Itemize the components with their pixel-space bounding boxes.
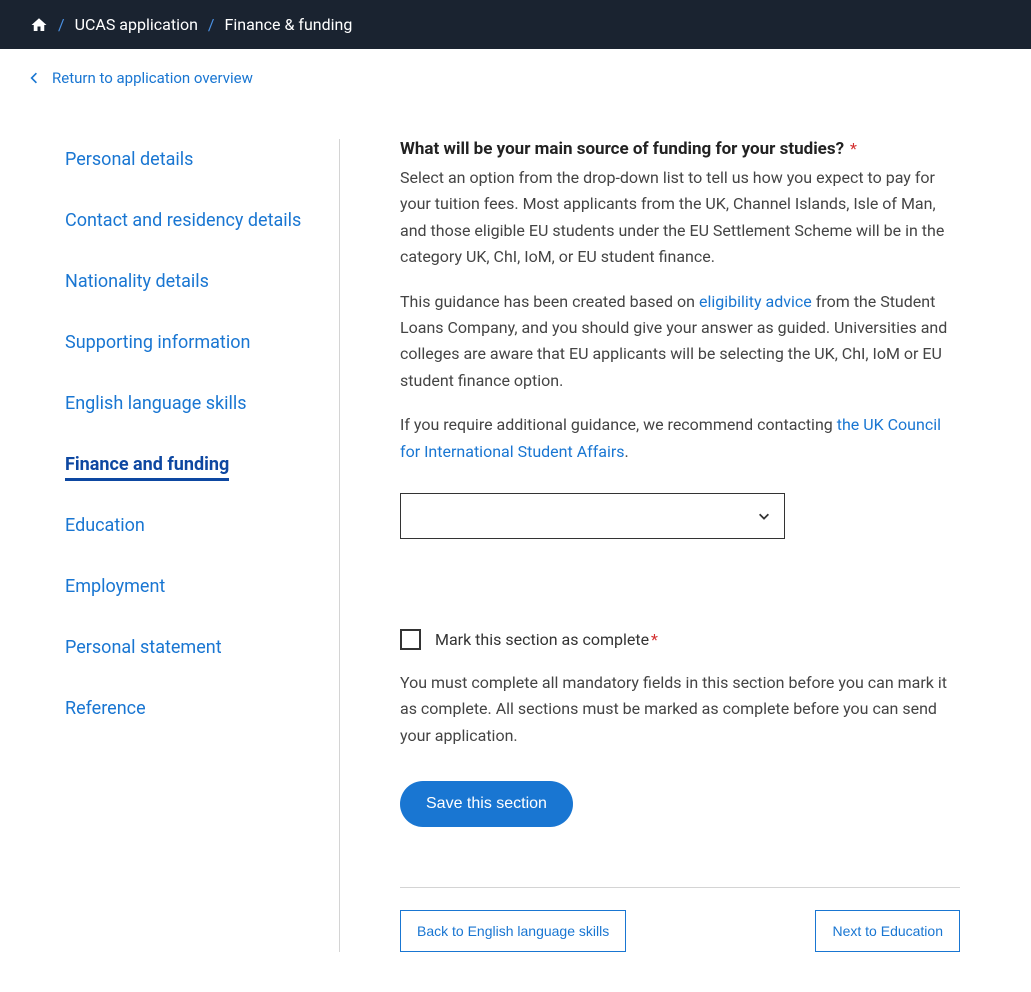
question-block: What will be your main source of funding… — [400, 139, 960, 539]
sidebar-item-contact-residency[interactable]: Contact and residency details — [30, 200, 319, 241]
sidebar-item-label: Personal statement — [65, 637, 222, 658]
sidebar-item-label: Contact and residency details — [65, 210, 301, 231]
complete-section: Mark this section as complete* You must … — [400, 629, 960, 827]
sidebar-item-label: Supporting information — [65, 332, 250, 353]
question-help-2: This guidance has been created based on … — [400, 289, 960, 395]
sidebar-item-label: Personal details — [65, 149, 193, 170]
funding-source-select[interactable] — [400, 493, 785, 539]
funding-select-wrap — [400, 493, 785, 539]
help-text-segment: If you require additional guidance, we r… — [400, 415, 837, 434]
sidebar-item-label: Education — [65, 515, 145, 536]
breadcrumb-separator: / — [208, 15, 215, 34]
sidebar-item-reference[interactable]: Reference — [30, 688, 319, 729]
eligibility-advice-link[interactable]: eligibility advice — [699, 292, 812, 311]
breadcrumb-item-current: Finance & funding — [225, 15, 353, 34]
complete-help-text: You must complete all mandatory fields i… — [400, 670, 960, 749]
sidebar-item-label: English language skills — [65, 393, 247, 414]
breadcrumb-item-app[interactable]: UCAS application — [75, 15, 198, 34]
sidebar-item-personal-statement[interactable]: Personal statement — [30, 627, 319, 668]
back-section-button[interactable]: Back to English language skills — [400, 910, 626, 952]
required-marker: * — [850, 139, 857, 158]
mark-complete-checkbox[interactable] — [400, 629, 421, 650]
mark-complete-label: Mark this section as complete* — [435, 630, 658, 649]
form-content: What will be your main source of funding… — [340, 139, 980, 952]
home-icon[interactable] — [30, 16, 48, 34]
sidebar-item-label: Reference — [65, 698, 146, 719]
sidebar-item-label: Employment — [65, 576, 165, 597]
sidebar-item-label: Finance and funding — [65, 454, 229, 481]
save-section-button[interactable]: Save this section — [400, 781, 573, 827]
sidebar-item-education[interactable]: Education — [30, 505, 319, 546]
sidebar-item-finance-funding[interactable]: Finance and funding — [30, 444, 319, 485]
sidebar-item-nationality[interactable]: Nationality details — [30, 261, 319, 302]
breadcrumb-bar: / UCAS application / Finance & funding — [0, 0, 1031, 49]
sidebar-item-supporting-info[interactable]: Supporting information — [30, 322, 319, 363]
main-layout: Personal details Contact and residency d… — [0, 89, 1031, 992]
help-text-segment: . — [625, 442, 629, 461]
sidebar-item-employment[interactable]: Employment — [30, 566, 319, 607]
section-nav-footer: Back to English language skills Next to … — [400, 887, 960, 952]
help-text-segment: This guidance has been created based on — [400, 292, 699, 311]
required-marker: * — [651, 630, 658, 649]
question-label: What will be your main source of funding… — [400, 139, 844, 159]
sidebar-item-english-skills[interactable]: English language skills — [30, 383, 319, 424]
complete-checkbox-row: Mark this section as complete* — [400, 629, 960, 650]
sidebar-item-personal-details[interactable]: Personal details — [30, 139, 319, 180]
section-nav: Personal details Contact and residency d… — [30, 139, 340, 952]
back-link-label: Return to application overview — [52, 69, 253, 87]
breadcrumb-separator: / — [58, 15, 65, 34]
question-help-3: If you require additional guidance, we r… — [400, 412, 960, 465]
sidebar-item-label: Nationality details — [65, 271, 209, 292]
back-link-bar: Return to application overview — [0, 49, 1031, 89]
checkbox-label-text: Mark this section as complete — [435, 630, 649, 649]
chevron-left-icon — [30, 71, 38, 85]
question-help-1: Select an option from the drop-down list… — [400, 165, 960, 271]
return-to-overview-link[interactable]: Return to application overview — [30, 69, 253, 87]
next-section-button[interactable]: Next to Education — [815, 910, 960, 952]
